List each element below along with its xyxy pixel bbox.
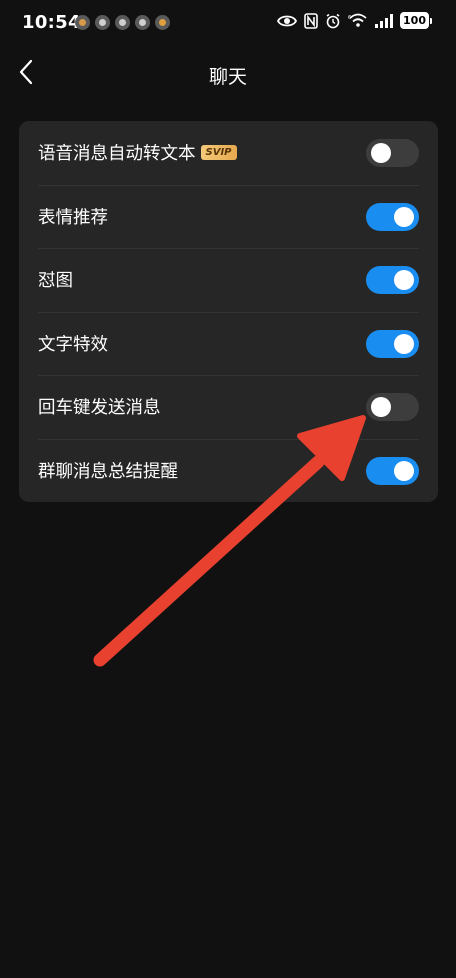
setting-label: 表情推荐 (38, 207, 108, 228)
setting-label: 回车键发送消息 (38, 398, 161, 419)
setting-row-text-effects: 文字特效 (19, 311, 438, 376)
text-effects-toggle[interactable] (366, 329, 419, 358)
app-notification-icon (115, 15, 130, 30)
signal-icon (375, 13, 394, 28)
alarm-icon (325, 13, 341, 29)
app-notification-icon (75, 15, 90, 30)
settings-card: 语音消息自动转文本 SVIP 表情推荐 怼图 文字特效 回车键发送消息 群聊消息… (19, 121, 438, 502)
status-bar: 10:54 6 100 (0, 0, 456, 46)
setting-label: 语音消息自动转文本 (38, 144, 196, 165)
nfc-icon (304, 12, 318, 29)
app-notification-icon (135, 15, 150, 30)
status-time: 10:54 (22, 12, 81, 33)
wifi-icon: 6 (348, 13, 368, 28)
sticker-recommend-toggle[interactable] (366, 202, 419, 231)
battery-icon: 100 (400, 12, 432, 29)
header: 聊天 (0, 50, 456, 100)
setting-label: 群聊消息总结提醒 (38, 461, 178, 482)
app-notification-icon (155, 15, 170, 30)
notification-icons (75, 15, 170, 30)
meme-reply-toggle[interactable] (366, 266, 419, 294)
voice-to-text-toggle[interactable] (366, 139, 419, 167)
battery-level: 100 (400, 12, 429, 29)
setting-row-group-summary: 群聊消息总结提醒 (19, 438, 438, 503)
setting-row-enter-to-send: 回车键发送消息 (19, 375, 438, 439)
eye-icon (277, 14, 298, 28)
setting-label: 文字特效 (38, 334, 108, 355)
group-summary-toggle[interactable] (366, 456, 419, 485)
setting-row-sticker-recommend: 表情推荐 (19, 184, 438, 249)
setting-row-voice-to-text: 语音消息自动转文本 SVIP (19, 121, 438, 185)
setting-label: 怼图 (38, 271, 73, 292)
setting-row-meme-reply: 怼图 (19, 248, 438, 312)
enter-to-send-toggle[interactable] (366, 393, 419, 421)
svip-badge: SVIP (200, 145, 237, 161)
svg-text:6: 6 (348, 15, 351, 21)
page-title: 聊天 (208, 66, 247, 88)
app-notification-icon (95, 15, 110, 30)
system-icons: 6 100 (277, 12, 432, 29)
